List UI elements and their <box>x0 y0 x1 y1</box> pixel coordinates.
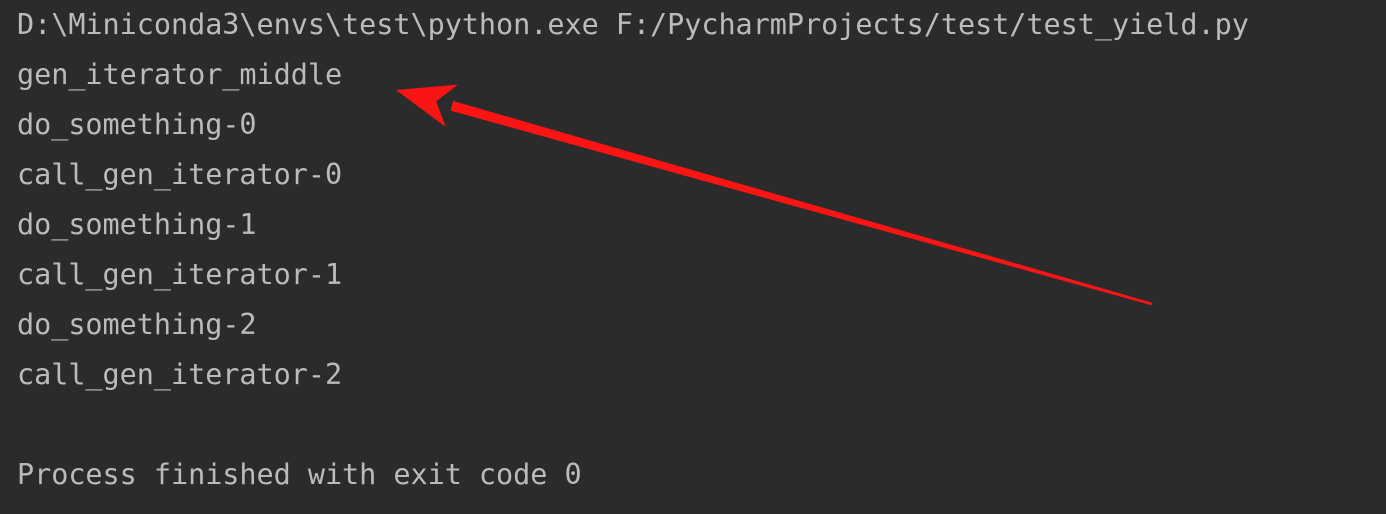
console-line: do_something-2 <box>17 308 257 341</box>
console-text-area[interactable]: D:\Miniconda3\envs\test\python.exe F:/Py… <box>0 0 1386 500</box>
console-line: call_gen_iterator-2 <box>17 358 343 391</box>
console-line: do_something-1 <box>17 208 257 241</box>
console-line: do_something-0 <box>17 108 257 141</box>
console-line: call_gen_iterator-1 <box>17 258 343 291</box>
console-output-panel[interactable]: D:\Miniconda3\envs\test\python.exe F:/Py… <box>0 0 1386 514</box>
console-line: D:\Miniconda3\envs\test\python.exe F:/Py… <box>17 8 1249 41</box>
console-line: call_gen_iterator-0 <box>17 158 343 191</box>
console-line: Process finished with exit code 0 <box>17 458 582 491</box>
console-line: gen_iterator_middle <box>17 58 343 91</box>
